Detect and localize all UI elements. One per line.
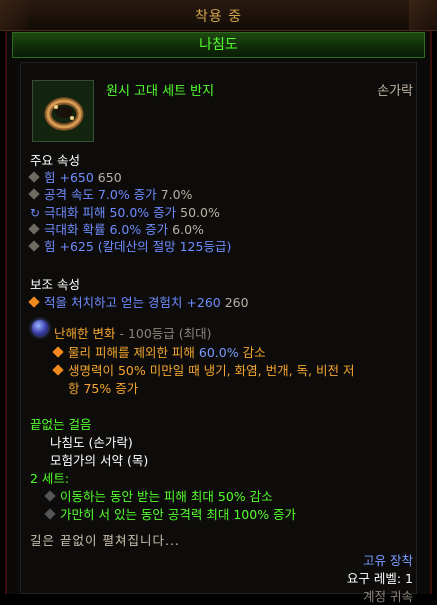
secondary-stat-1: 적을 처치하고 얻는 경험치 +260 260 bbox=[28, 292, 249, 311]
set-name: 끝없는 걸음 bbox=[30, 417, 92, 432]
set-piece-1: 나침도 (손가락) bbox=[50, 435, 133, 450]
flavor-text: 길은 끝없이 펼쳐집니다... bbox=[30, 533, 180, 548]
primary-stat-2: 공격 속도 7.0% 증가 7.0% bbox=[28, 184, 192, 203]
bullet-icon bbox=[28, 171, 40, 183]
bullet-icon bbox=[28, 240, 40, 252]
set-bonus-1: 이동하는 동안 받는 피해 최대 50% 감소 bbox=[44, 486, 273, 505]
bullet-icon bbox=[28, 296, 40, 308]
gem-effect-1: 물리 피해를 제외한 피해 60.0% 감소 bbox=[52, 342, 266, 361]
secondary-header: 보조 속성 bbox=[30, 277, 80, 292]
account-bound-label: 계정 귀속 bbox=[363, 589, 413, 604]
item-slot: 손가락 bbox=[377, 84, 413, 99]
gem-title: 난해한 변화 - 100등급 (최대) bbox=[54, 326, 212, 341]
bullet-icon bbox=[52, 346, 64, 358]
socket-gem-icon bbox=[32, 320, 48, 336]
bullet-icon bbox=[44, 490, 56, 502]
primary-stat-5: 힘 +625 (칼데산의 절망 125등급) bbox=[28, 236, 231, 255]
bullet-icon bbox=[28, 223, 40, 235]
enchant-icon: ↻ bbox=[30, 206, 41, 220]
gem-effect-2-cont: 항 75% 증가 bbox=[68, 381, 139, 396]
gem-effect-2: 생명력이 50% 미만일 때 냉기, 화염, 번개, 독, 비전 저 bbox=[52, 360, 354, 379]
required-level: 요구 레벨: 1 bbox=[346, 571, 413, 586]
bullet-icon bbox=[28, 188, 40, 200]
item-icon-box bbox=[32, 80, 94, 142]
equipped-label: 착용 중 bbox=[194, 9, 243, 25]
set-piece-2: 모험가의 서약 (목) bbox=[50, 453, 149, 468]
item-name: 나침도 bbox=[12, 32, 425, 58]
set-bonus-header: 2 세트: bbox=[30, 471, 70, 486]
unique-equipped-label: 고유 장착 bbox=[363, 553, 413, 568]
item-type: 원시 고대 세트 반지 bbox=[106, 84, 215, 99]
ring-icon bbox=[44, 97, 84, 131]
bullet-icon bbox=[44, 508, 56, 520]
set-bonus-2: 가만히 서 있는 동안 공격력 최대 100% 증가 bbox=[44, 504, 296, 523]
bullet-icon bbox=[52, 364, 64, 376]
